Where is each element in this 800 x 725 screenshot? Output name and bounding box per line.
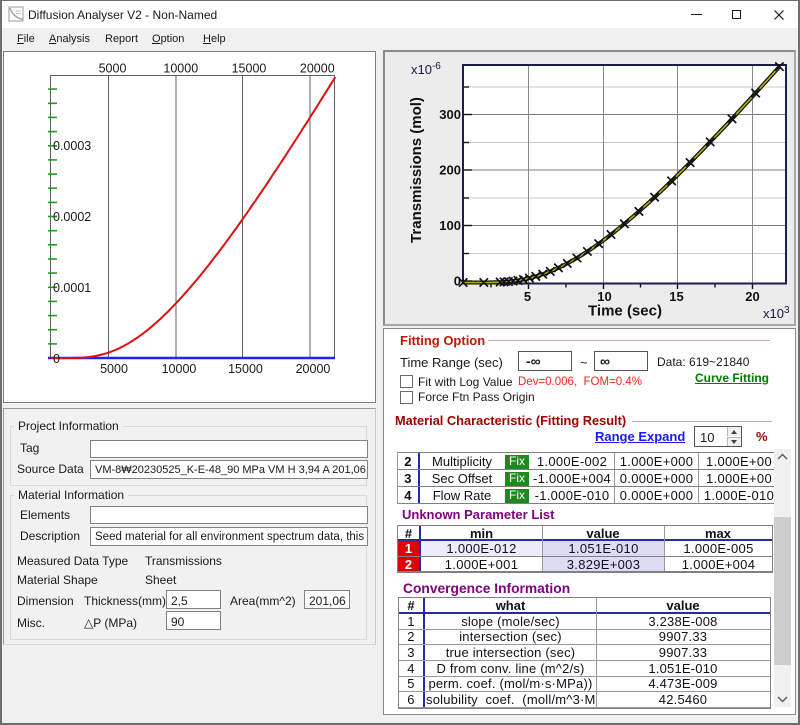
svg-text:Time (sec): Time (sec) — [588, 303, 662, 320]
svg-text:15000: 15000 — [232, 62, 267, 76]
svg-text:20000: 20000 — [300, 62, 335, 76]
svg-text:0.0002: 0.0002 — [53, 210, 91, 224]
svg-text:100: 100 — [439, 218, 461, 233]
svg-text:0.0003: 0.0003 — [53, 139, 91, 153]
svg-text:5000: 5000 — [99, 62, 127, 76]
svg-text:x103: x103 — [763, 305, 790, 321]
svg-text:200: 200 — [439, 163, 461, 178]
svg-text:20: 20 — [745, 289, 759, 304]
svg-text:x10-6: x10-6 — [411, 61, 441, 77]
svg-text:15000: 15000 — [228, 362, 263, 376]
svg-text:Transmissions (mol): Transmissions (mol) — [408, 97, 425, 243]
svg-text:10000: 10000 — [163, 62, 198, 76]
svg-text:0: 0 — [53, 352, 60, 366]
svg-text:15: 15 — [669, 289, 683, 304]
svg-text:0: 0 — [454, 274, 461, 289]
svg-text:5: 5 — [524, 289, 531, 304]
svg-text:10000: 10000 — [162, 362, 197, 376]
svg-text:300: 300 — [439, 107, 461, 122]
svg-text:20000: 20000 — [296, 362, 331, 376]
svg-text:0.0001: 0.0001 — [53, 281, 91, 295]
svg-text:5000: 5000 — [100, 362, 128, 376]
